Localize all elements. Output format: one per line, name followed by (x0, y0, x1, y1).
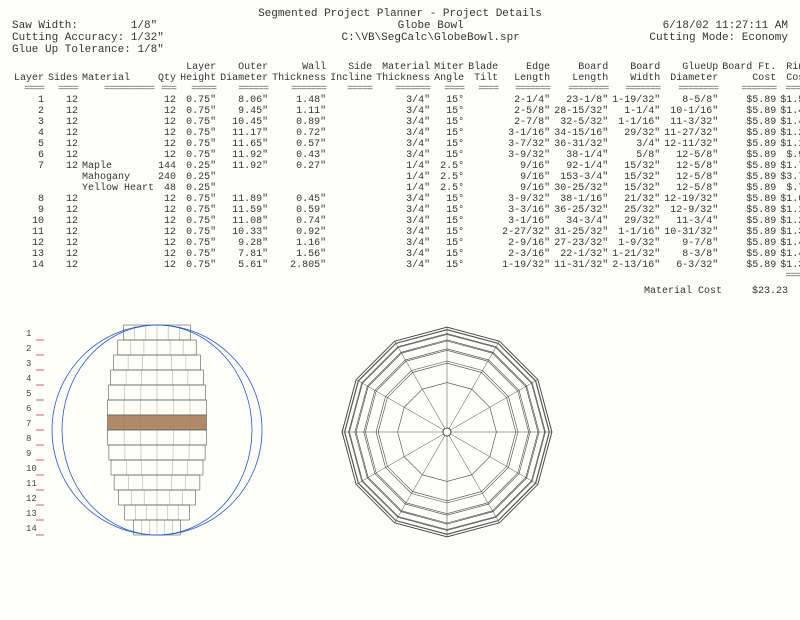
segment-table: LayerOuterWallSideMaterialMiterBladeEdge… (12, 62, 800, 282)
table-row: Yellow Heart480.25"1/4"2.5°9/16"30-25/32… (12, 183, 800, 194)
table-row: 612120.75"11.92"0.43"3/4"15°3-9/32"38-1/… (12, 150, 800, 161)
svg-text:14: 14 (26, 524, 37, 534)
project-name: Globe Bowl (212, 20, 649, 32)
side-view-diagram: 1234567891011121314 (22, 317, 272, 547)
saw-width-value: 1/8" (131, 20, 157, 32)
table-row: 1112120.75"10.33"0.92"3/4"15°2-27/32"31-… (12, 227, 800, 238)
table-row: 1412120.75"5.61"2.805"3/4"15°1-19/32"11-… (12, 260, 800, 271)
table-row: 212120.75"9.45"1.11"3/4"15°2-5/8"28-15/3… (12, 106, 800, 117)
svg-text:13: 13 (26, 509, 37, 519)
table-row: 412120.75"11.17"0.72"3/4"15°3-1/16"34-15… (12, 128, 800, 139)
table-row: 912120.75"11.59"0.59"3/4"15°3-3/16"36-25… (12, 205, 800, 216)
cut-acc-label: Cutting Accuracy: (12, 32, 124, 44)
table-row: 1312120.75"7.81"1.56"3/4"15°2-3/16"22-1/… (12, 249, 800, 260)
mode-value: Economy (742, 32, 788, 44)
table-row: 112120.75"8.06"1.48"3/4"15°2-1/4"23-1/8"… (12, 95, 800, 106)
svg-text:5: 5 (26, 389, 31, 399)
table-row: Mahogany2400.25"1/4"2.5°9/16"153-3/4"15/… (12, 172, 800, 183)
table-row: 1012120.75"11.08"0.74"3/4"15°3-1/16"34-3… (12, 216, 800, 227)
project-path: C:\VB\SegCalc\GlobeBowl.spr (212, 32, 649, 44)
glue-label: Glue Up Tolerance: (12, 44, 131, 56)
table-row: 1212120.75"9.28"1.16"3/4"15°2-9/16"27-23… (12, 238, 800, 249)
svg-text:3: 3 (26, 359, 31, 369)
svg-text:7: 7 (26, 419, 31, 429)
top-view-diagram (332, 317, 562, 547)
glue-value: 1/8" (137, 44, 163, 56)
table-row: 812120.75"11.89"0.45"3/4"15°3-9/32"38-1/… (12, 194, 800, 205)
svg-text:6: 6 (26, 404, 31, 414)
settings-block: Saw Width: 1/8" Cutting Accuracy: 1/32" … (12, 20, 212, 56)
cut-acc-value: 1/32" (131, 32, 164, 44)
timestamp: 6/18/02 11:27:11 AM (649, 20, 788, 32)
table-row: 312120.75"10.45"0.89"3/4"15°2-7/8"32-5/3… (12, 117, 800, 128)
material-cost-label: Material Cost (644, 286, 722, 297)
mode-label: Cutting Mode: (649, 32, 735, 44)
svg-text:1: 1 (26, 329, 31, 339)
svg-text:4: 4 (26, 374, 31, 384)
svg-text:11: 11 (26, 479, 37, 489)
material-cost-value: $23.23 (752, 286, 788, 297)
app-title: Segmented Project Planner - Project Deta… (12, 8, 788, 20)
table-row: 512120.75"11.65"0.57"3/4"15°3-7/32"36-31… (12, 139, 800, 150)
svg-text:2: 2 (26, 344, 31, 354)
svg-text:9: 9 (26, 449, 31, 459)
svg-text:12: 12 (26, 494, 37, 504)
svg-text:10: 10 (26, 464, 37, 474)
table-row: 712Maple1440.25"11.92"0.27"1/4"2.5°9/16"… (12, 161, 800, 172)
saw-width-label: Saw Width: (12, 20, 78, 32)
svg-text:8: 8 (26, 434, 31, 444)
